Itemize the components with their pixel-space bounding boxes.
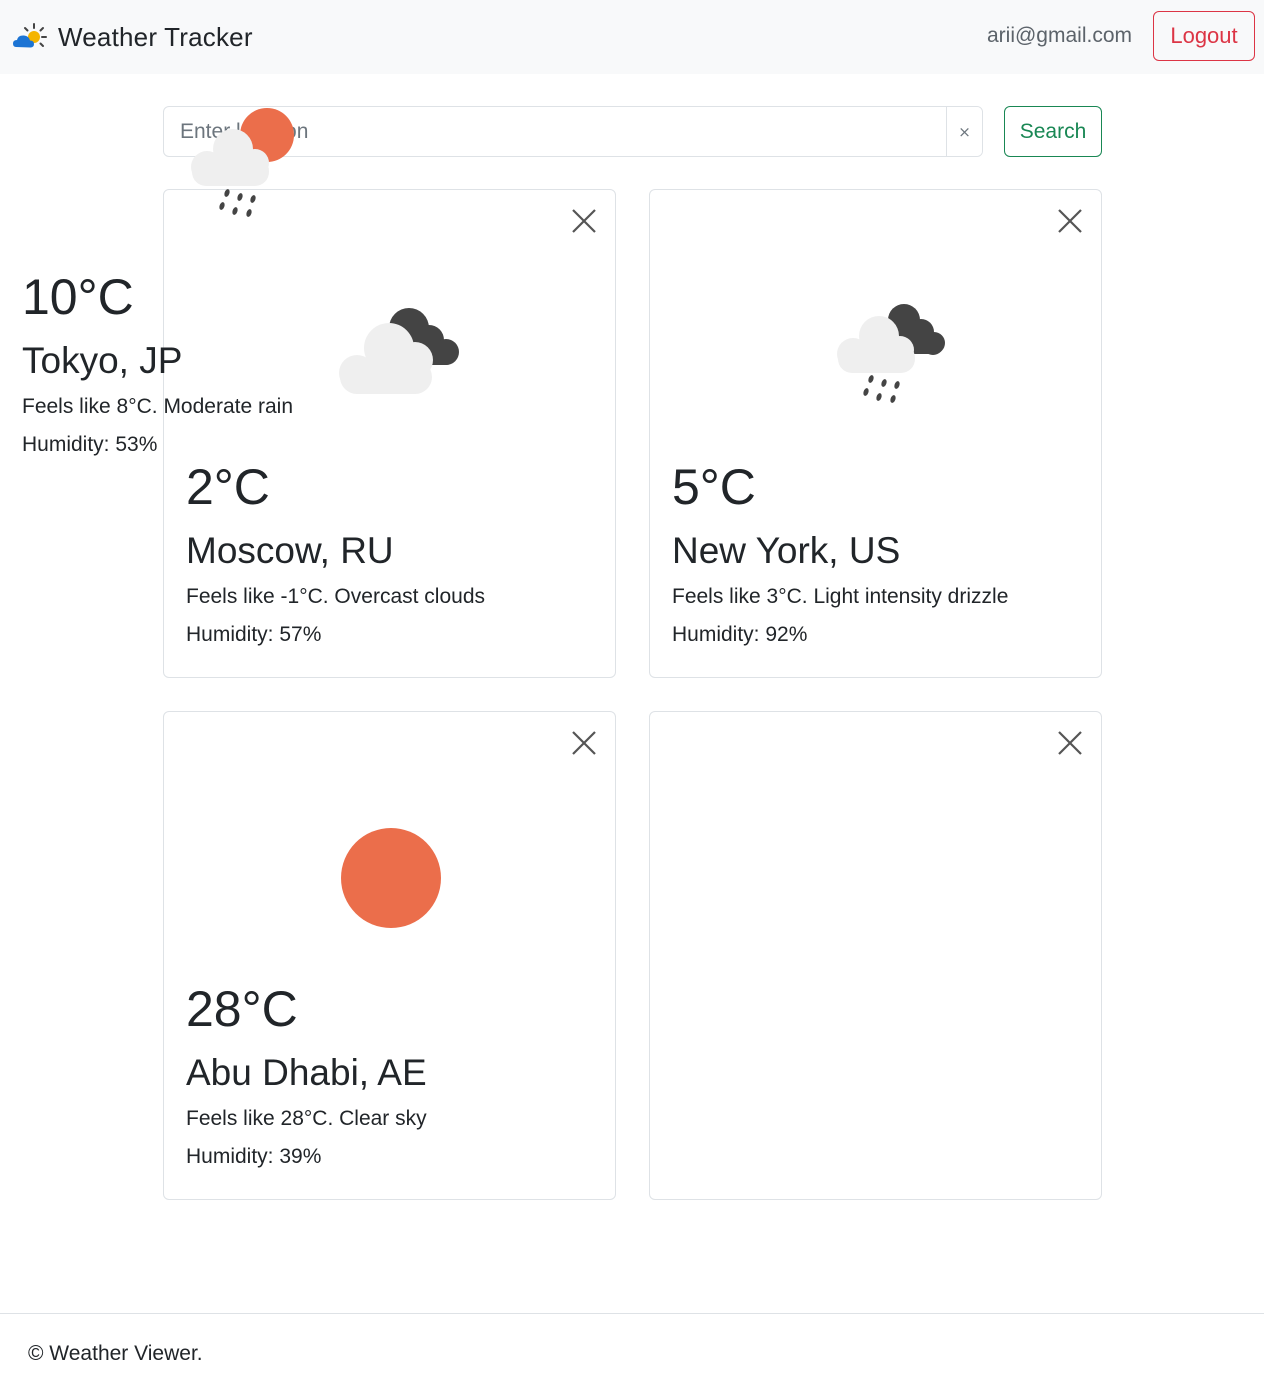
navbar: Weather Tracker arii@gmail.com Logout [0,0,1264,74]
weather-card-abu-dhabi: 28°C Abu Dhabi, AE Feels like 28°C. Clea… [163,711,616,1200]
humidity: Humidity: 53% [22,433,158,456]
sun-rain-icon [0,70,453,270]
remove-card-button[interactable] [571,208,597,234]
user-email: arii@gmail.com [986,24,1132,47]
humidity: Humidity: 92% [672,623,808,646]
close-icon [572,209,596,233]
weather-logo-icon [12,22,48,52]
copyright-text: © Weather Viewer. [28,1342,203,1365]
brand-title: Weather Tracker [58,21,253,52]
search-button[interactable]: Search [1004,106,1102,157]
weather-description: Feels like 8°C. Moderate rain [22,395,294,418]
logout-button[interactable]: Logout [1153,11,1255,61]
humidity: Humidity: 57% [186,623,322,646]
remove-card-button[interactable] [1057,730,1083,756]
humidity: Humidity: 39% [186,1145,322,1168]
temperature: 10°C [22,269,134,325]
temperature: 28°C [186,981,298,1037]
clear-search-button[interactable]: × [946,107,982,156]
footer: © Weather Viewer. [0,1313,1264,1387]
brand-link[interactable]: Weather Tracker [12,18,253,56]
city-name: Tokyo, JP [22,340,183,381]
weather-card-new-york: 5°C New York, US Feels like 3°C. Light i… [649,189,1102,678]
weather-card-tokyo [649,711,1102,1200]
weather-description: Feels like 28°C. Clear sky [186,1107,427,1130]
temperature: 2°C [186,459,270,515]
overcast-clouds-icon [164,260,617,460]
close-icon [1058,731,1082,755]
remove-card-button[interactable] [1057,208,1083,234]
weather-description: Feels like 3°C. Light intensity drizzle [672,585,1009,608]
remove-card-button[interactable] [571,730,597,756]
city-name: New York, US [672,530,901,571]
weather-description: Feels like -1°C. Overcast clouds [186,585,485,608]
drizzle-icon [650,260,1103,460]
city-name: Moscow, RU [186,530,394,571]
close-icon [1058,209,1082,233]
close-icon [572,731,596,755]
sun-icon [164,782,617,982]
city-name: Abu Dhabi, AE [186,1052,427,1093]
temperature: 5°C [672,459,756,515]
